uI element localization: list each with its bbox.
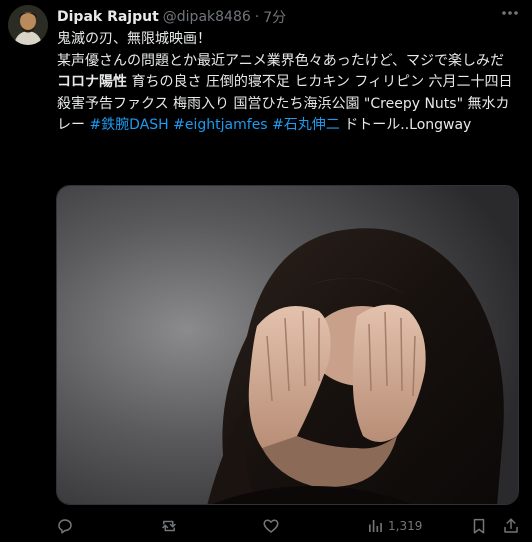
views-button[interactable]: 1,319 [366, 514, 422, 538]
trend-bold: コロナ陽性 [57, 74, 127, 90]
heart-icon [262, 517, 280, 535]
reply-icon [56, 517, 74, 535]
post-image[interactable] [56, 185, 519, 505]
views-chart-icon [366, 517, 384, 535]
display-name[interactable]: Dipak Rajput [57, 9, 159, 25]
post-body-line1: 鬼滅の刃、無限城映画！ [57, 31, 211, 47]
post-body-line2: 某声優さんの問題とか最近アニメ業界色々あったけど、マジで楽しみだ [57, 52, 505, 69]
post-body-trends: コロナ陽性 育ちの良さ 圧倒的寝不足 ヒカキン フィリピン 六月二十四日 殺害予… [57, 72, 519, 137]
repost-button[interactable] [160, 514, 178, 538]
separator-dot: · [254, 9, 260, 25]
tweet-card[interactable]: Dipak Rajput @dipak8486 · 7分 鬼滅の刃、無限城映画！… [0, 0, 532, 542]
avatar[interactable] [8, 5, 48, 45]
post-body-tail: ドトール..Longway [339, 117, 472, 133]
reply-button[interactable] [56, 514, 74, 538]
handle[interactable]: @dipak8486 [163, 9, 251, 25]
share-button[interactable] [502, 514, 520, 538]
share-icon [502, 517, 520, 535]
post-time[interactable]: 7分 [263, 7, 286, 27]
more-dots-icon [501, 1, 519, 20]
bookmark-button[interactable] [470, 514, 488, 538]
hashtag-link[interactable]: #鉄腕DASH [89, 117, 168, 133]
hashtag-link[interactable]: #eightjamfes [173, 117, 267, 133]
more-button[interactable] [500, 2, 520, 18]
hashtag-link[interactable]: #石丸伸二 [272, 117, 340, 133]
like-button[interactable] [262, 514, 280, 538]
action-bar: 1,319 [56, 514, 520, 538]
post-body: 鬼滅の刃、無限城映画！ 某声優さんの問題とか最近アニメ業界色々あったけど、マジで… [57, 29, 519, 137]
post-header: Dipak Rajput @dipak8486 · 7分 [57, 7, 524, 27]
views-count: 1,319 [388, 519, 423, 533]
bookmark-icon [470, 517, 488, 535]
repost-icon [160, 517, 178, 535]
